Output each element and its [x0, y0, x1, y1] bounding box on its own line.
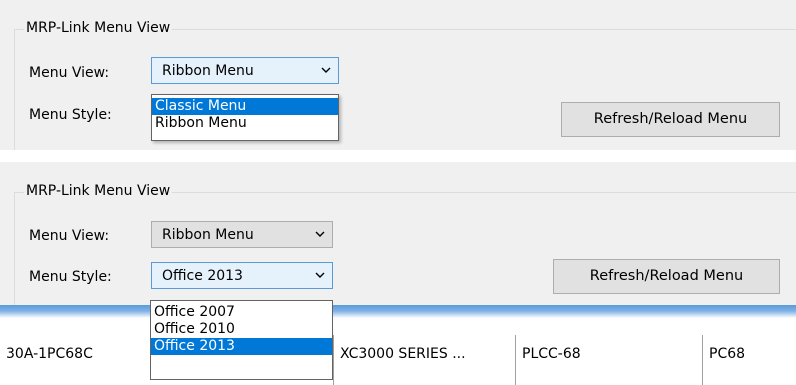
refresh-reload-menu-button[interactable]: Refresh/Reload Menu — [561, 102, 780, 137]
menu-view-label: Menu View: — [29, 65, 110, 81]
menu-settings-panel-1: MRP-Link Menu View Menu View: Ribbon Men… — [0, 0, 796, 151]
grid-header-band — [0, 305, 796, 333]
group-box-title: MRP-Link Menu View — [24, 20, 173, 36]
menu-style-value: Office 2013 — [162, 268, 243, 284]
chevron-down-icon — [321, 67, 331, 73]
menu-view-label: Menu View: — [29, 228, 110, 244]
menu-style-label: Menu Style: — [29, 269, 112, 285]
menu-style-combobox[interactable]: Office 2013 — [151, 262, 333, 289]
dropdown-option-office-2007[interactable]: Office 2007 — [151, 304, 332, 321]
menu-view-combobox[interactable]: Ribbon Menu — [151, 221, 333, 248]
menu-view-value: Ribbon Menu — [162, 63, 254, 79]
dropdown-option-ribbon-menu[interactable]: Ribbon Menu — [152, 115, 338, 132]
menu-style-label: Menu Style: — [29, 107, 112, 123]
panel-separator — [0, 150, 796, 162]
table-cell-package[interactable]: PLCC-68 — [515, 335, 703, 385]
menu-view-dropdown-list[interactable]: Classic Menu Ribbon Menu — [151, 94, 339, 141]
table-cell-description[interactable]: XC3000 SERIES ... — [333, 335, 516, 385]
refresh-reload-menu-button[interactable]: Refresh/Reload Menu — [553, 259, 780, 294]
dropdown-option-classic-menu[interactable]: Classic Menu — [152, 98, 338, 115]
menu-style-dropdown-list[interactable]: Office 2007 Office 2010 Office 2013 — [150, 300, 333, 380]
chevron-down-icon — [315, 231, 325, 237]
menu-settings-panel-2: MRP-Link Menu View Menu View: Ribbon Men… — [0, 162, 796, 307]
menu-view-combobox[interactable]: Ribbon Menu — [151, 57, 339, 84]
group-box-title: MRP-Link Menu View — [24, 183, 173, 199]
dropdown-option-office-2013[interactable]: Office 2013 — [151, 338, 332, 355]
dropdown-option-office-2010[interactable]: Office 2010 — [151, 321, 332, 338]
menu-view-value: Ribbon Menu — [162, 227, 254, 243]
table-cell-code[interactable]: PC68 — [702, 335, 796, 385]
chevron-down-icon — [315, 272, 325, 278]
